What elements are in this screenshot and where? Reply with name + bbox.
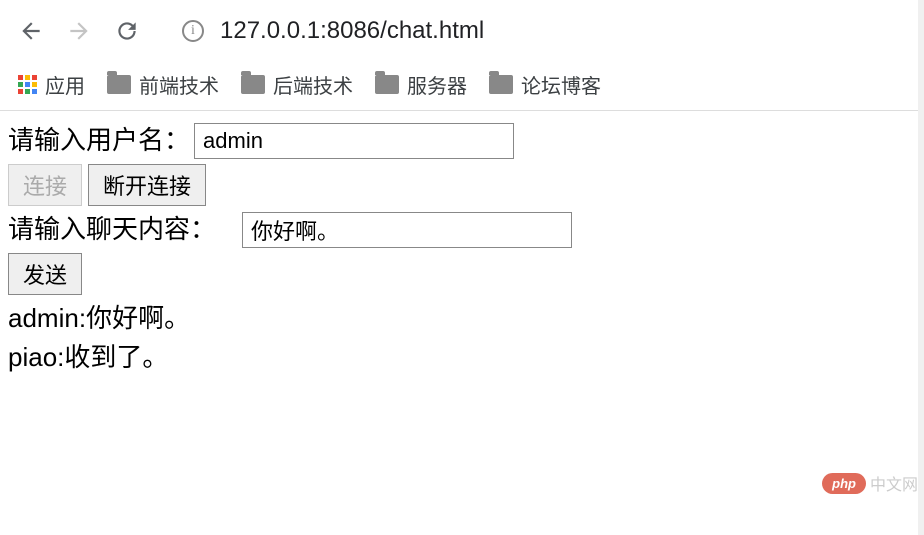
- username-label: 请输入用户名：: [8, 121, 190, 160]
- bookmark-label: 后端技术: [273, 70, 353, 99]
- folder-icon: [241, 75, 265, 94]
- bookmark-folder-backend[interactable]: 后端技术: [241, 70, 353, 99]
- chat-line: piao:收到了。: [8, 338, 916, 377]
- chat-log: admin:你好啊。 piao:收到了。: [8, 299, 916, 377]
- apps-label: 应用: [45, 70, 85, 99]
- php-badge: php: [822, 473, 866, 494]
- message-label: 请输入聊天内容：: [8, 210, 216, 249]
- forward-icon: [66, 18, 92, 44]
- bookmark-folder-forum[interactable]: 论坛博客: [489, 70, 601, 99]
- username-input[interactable]: [194, 123, 514, 159]
- bookmark-folder-frontend[interactable]: 前端技术: [107, 70, 219, 99]
- watermark: php 中文网: [822, 471, 918, 495]
- connection-row: 连接 断开连接: [8, 164, 916, 206]
- scrollbar[interactable]: [918, 0, 924, 535]
- apps-button[interactable]: 应用: [18, 70, 85, 99]
- send-row: 发送: [8, 253, 916, 295]
- message-row: 请输入聊天内容：: [8, 210, 916, 249]
- address-bar[interactable]: i 127.0.0.1:8086/chat.html: [182, 17, 484, 45]
- connect-button: 连接: [8, 164, 82, 206]
- folder-icon: [375, 75, 399, 94]
- bookmark-label: 论坛博客: [521, 70, 601, 99]
- url-text: 127.0.0.1:8086/chat.html: [220, 17, 484, 45]
- disconnect-button[interactable]: 断开连接: [88, 164, 206, 206]
- bookmark-label: 前端技术: [139, 70, 219, 99]
- watermark-text: 中文网: [870, 471, 918, 495]
- message-input[interactable]: [242, 212, 572, 248]
- reload-icon[interactable]: [114, 18, 140, 44]
- username-row: 请输入用户名：: [8, 121, 916, 160]
- back-icon[interactable]: [18, 18, 44, 44]
- folder-icon: [489, 75, 513, 94]
- bookmark-label: 服务器: [407, 70, 467, 99]
- site-info-icon[interactable]: i: [182, 20, 204, 42]
- browser-chrome: i 127.0.0.1:8086/chat.html 应用 前端技术 后端技术 …: [0, 0, 924, 111]
- page-content: 请输入用户名： 连接 断开连接 请输入聊天内容： 发送 admin:你好啊。 p…: [0, 111, 924, 387]
- folder-icon: [107, 75, 131, 94]
- bookmarks-bar: 应用 前端技术 后端技术 服务器 论坛博客: [0, 62, 924, 110]
- bookmark-folder-server[interactable]: 服务器: [375, 70, 467, 99]
- chat-line: admin:你好啊。: [8, 299, 916, 338]
- nav-bar: i 127.0.0.1:8086/chat.html: [0, 0, 924, 62]
- send-button[interactable]: 发送: [8, 253, 82, 295]
- apps-icon: [18, 75, 37, 94]
